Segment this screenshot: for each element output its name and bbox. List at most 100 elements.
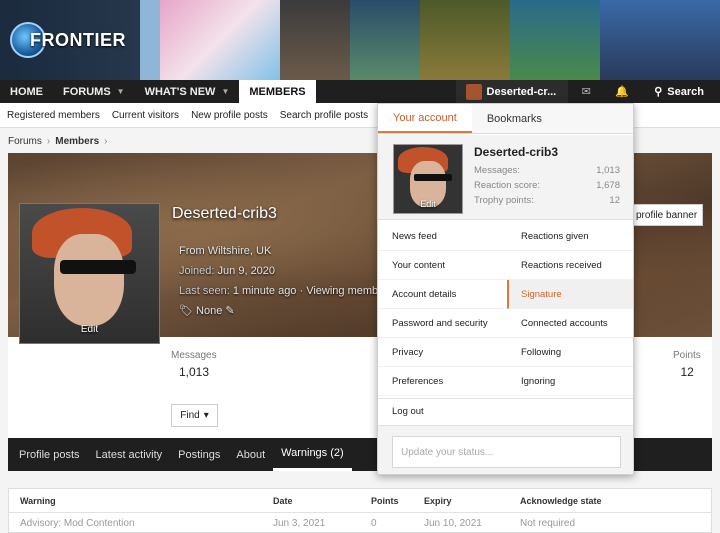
subnav-search-profile-posts[interactable]: Search profile posts bbox=[280, 110, 368, 121]
col-expiry: Expiry bbox=[424, 495, 452, 506]
account-dropdown: Your account Bookmarks Edit Deserted-cri… bbox=[377, 103, 634, 475]
joined-label: Joined: bbox=[179, 265, 215, 277]
link-connected-accounts[interactable]: Connected accounts bbox=[507, 309, 633, 338]
avatar-edit-link[interactable]: Edit bbox=[20, 324, 159, 335]
tab-your-account[interactable]: Your account bbox=[378, 104, 472, 133]
table-header: Warning Date Points Expiry Acknowledge s… bbox=[9, 489, 711, 513]
profile-avatar[interactable]: Edit bbox=[19, 203, 160, 344]
stat-points-label: Points bbox=[673, 350, 701, 361]
tags-icon: 🏷 bbox=[179, 305, 193, 317]
tab-bookmarks[interactable]: Bookmarks bbox=[472, 104, 557, 133]
link-signature[interactable]: Signature bbox=[507, 280, 633, 309]
stat-points: Points 12 bbox=[673, 350, 701, 379]
link-news-feed[interactable]: News feed bbox=[378, 222, 507, 251]
stat-value: 1,678 bbox=[596, 180, 620, 191]
nav-whats-new[interactable]: WHAT'S NEW ▼ bbox=[135, 80, 240, 103]
banner-image bbox=[600, 0, 720, 80]
avatar-edit-link[interactable]: Edit bbox=[394, 199, 462, 209]
col-warning: Warning bbox=[20, 495, 56, 506]
profile-last-seen: Last seen: 1 minute ago · Viewing memb bbox=[179, 281, 379, 301]
chevron-down-icon[interactable]: ▼ bbox=[221, 87, 229, 96]
status-input[interactable]: Update your status... bbox=[392, 436, 621, 468]
nav-members-label: MEMBERS bbox=[249, 85, 306, 98]
warnings-table: Warning Date Points Expiry Acknowledge s… bbox=[8, 488, 712, 533]
chevron-down-icon[interactable]: ▼ bbox=[117, 87, 125, 96]
dropdown-links: News feed Reactions given Your content R… bbox=[378, 222, 633, 396]
subnav-current-visitors[interactable]: Current visitors bbox=[112, 110, 179, 121]
stat-messages: Messages 1,013 bbox=[171, 350, 217, 379]
subnav-new-profile-posts[interactable]: New profile posts bbox=[191, 110, 268, 121]
stat-value: 1,013 bbox=[596, 165, 620, 176]
cell-date: Jun 3, 2021 bbox=[273, 517, 326, 529]
banner-image bbox=[280, 0, 350, 80]
breadcrumb-members[interactable]: Members bbox=[55, 136, 99, 147]
logout-link[interactable]: Log out bbox=[378, 398, 633, 424]
tab-warnings[interactable]: Warnings (2) bbox=[273, 438, 352, 471]
search-button[interactable]: ⚲ Search bbox=[640, 80, 720, 103]
link-preferences[interactable]: Preferences bbox=[378, 367, 507, 396]
subnav-registered-members[interactable]: Registered members bbox=[7, 110, 100, 121]
chevron-right-icon: › bbox=[46, 136, 51, 147]
stat-label: Trophy points: bbox=[474, 195, 534, 206]
cell-acknowledge: Not required bbox=[520, 517, 576, 529]
nav-forums-label: FORUMS bbox=[63, 85, 111, 98]
main-nav: HOME FORUMS ▼ WHAT'S NEW ▼ MEMBERS Deserte… bbox=[0, 80, 720, 103]
envelope-icon[interactable]: ✉ bbox=[568, 80, 604, 103]
link-account-details[interactable]: Account details bbox=[378, 280, 507, 309]
cell-expiry: Jun 10, 2021 bbox=[424, 517, 482, 529]
dropdown-user-card: Edit Deserted-crib3 Messages: 1,013 React… bbox=[378, 135, 633, 220]
stat-row: Reaction score: 1,678 bbox=[474, 178, 620, 193]
banner-image bbox=[420, 0, 510, 80]
col-acknowledge: Acknowledge state bbox=[520, 495, 602, 506]
last-seen-value: 1 minute ago · Viewing memb bbox=[232, 285, 379, 297]
stat-row: Trophy points: 12 bbox=[474, 193, 620, 208]
col-points: Points bbox=[371, 495, 399, 506]
table-row[interactable]: Advisory: Mod Contention Jun 3, 2021 0 J… bbox=[9, 513, 711, 533]
link-password-security[interactable]: Password and security bbox=[378, 309, 507, 338]
nav-forums[interactable]: FORUMS ▼ bbox=[53, 80, 135, 103]
profile-meta: From Wiltshire, UK Joined: Jun 9, 2020 L… bbox=[179, 241, 379, 321]
profile-banner-button[interactable]: profile banner bbox=[633, 204, 703, 226]
avatar bbox=[465, 83, 482, 100]
nav-home[interactable]: HOME bbox=[0, 80, 53, 103]
banner-image bbox=[160, 0, 280, 80]
nav-home-label: HOME bbox=[10, 85, 43, 98]
site-logo[interactable]: FRONTIER bbox=[10, 22, 126, 58]
avatar-glasses bbox=[60, 260, 136, 274]
nav-right: Deserted-cr... ✉ 🔔 ⚲ Search bbox=[455, 80, 720, 103]
profile-joined: Joined: Jun 9, 2020 bbox=[179, 261, 379, 281]
pencil-icon[interactable]: ✎ bbox=[225, 305, 234, 317]
nav-members[interactable]: MEMBERS bbox=[239, 80, 316, 103]
stat-messages-value[interactable]: 1,013 bbox=[179, 365, 217, 379]
dropdown-stats: Messages: 1,013 Reaction score: 1,678 Trop… bbox=[474, 163, 620, 208]
link-reactions-given[interactable]: Reactions given bbox=[507, 222, 633, 251]
stat-row: Messages: 1,013 bbox=[474, 163, 620, 178]
stat-points-value[interactable]: 12 bbox=[673, 365, 693, 379]
caret-down-icon: ▾ bbox=[203, 410, 209, 421]
account-username: Deserted-cr... bbox=[486, 85, 557, 98]
bell-icon[interactable]: 🔔 bbox=[604, 80, 640, 103]
breadcrumb-forums[interactable]: Forums bbox=[8, 136, 42, 147]
find-button[interactable]: Find ▾ bbox=[171, 404, 218, 427]
avatar[interactable]: Edit bbox=[393, 144, 463, 214]
tab-postings[interactable]: Postings bbox=[170, 438, 228, 471]
dropdown-username[interactable]: Deserted-crib3 bbox=[474, 145, 558, 159]
link-privacy[interactable]: Privacy bbox=[378, 338, 507, 367]
cell-warning[interactable]: Advisory: Mod Contention bbox=[9, 518, 273, 529]
banner-image bbox=[350, 0, 420, 80]
profile-tags: 🏷 None ✎ bbox=[179, 301, 379, 321]
profile-location: From Wiltshire, UK bbox=[179, 245, 272, 257]
link-your-content[interactable]: Your content bbox=[378, 251, 507, 280]
tab-about[interactable]: About bbox=[228, 438, 273, 471]
tab-profile-posts[interactable]: Profile posts bbox=[11, 438, 88, 471]
tags-value: None bbox=[196, 305, 223, 317]
link-following[interactable]: Following bbox=[507, 338, 633, 367]
tab-latest-activity[interactable]: Latest activity bbox=[88, 438, 171, 471]
link-reactions-received[interactable]: Reactions received bbox=[507, 251, 633, 280]
link-ignoring[interactable]: Ignoring bbox=[507, 367, 633, 396]
last-seen-label: Last seen: bbox=[179, 285, 230, 297]
nav-whats-new-label: WHAT'S NEW bbox=[144, 85, 216, 98]
stat-label: Reaction score: bbox=[474, 180, 541, 191]
breadcrumb: Forums › Members › bbox=[8, 136, 108, 147]
account-menu-button[interactable]: Deserted-cr... bbox=[455, 80, 569, 103]
